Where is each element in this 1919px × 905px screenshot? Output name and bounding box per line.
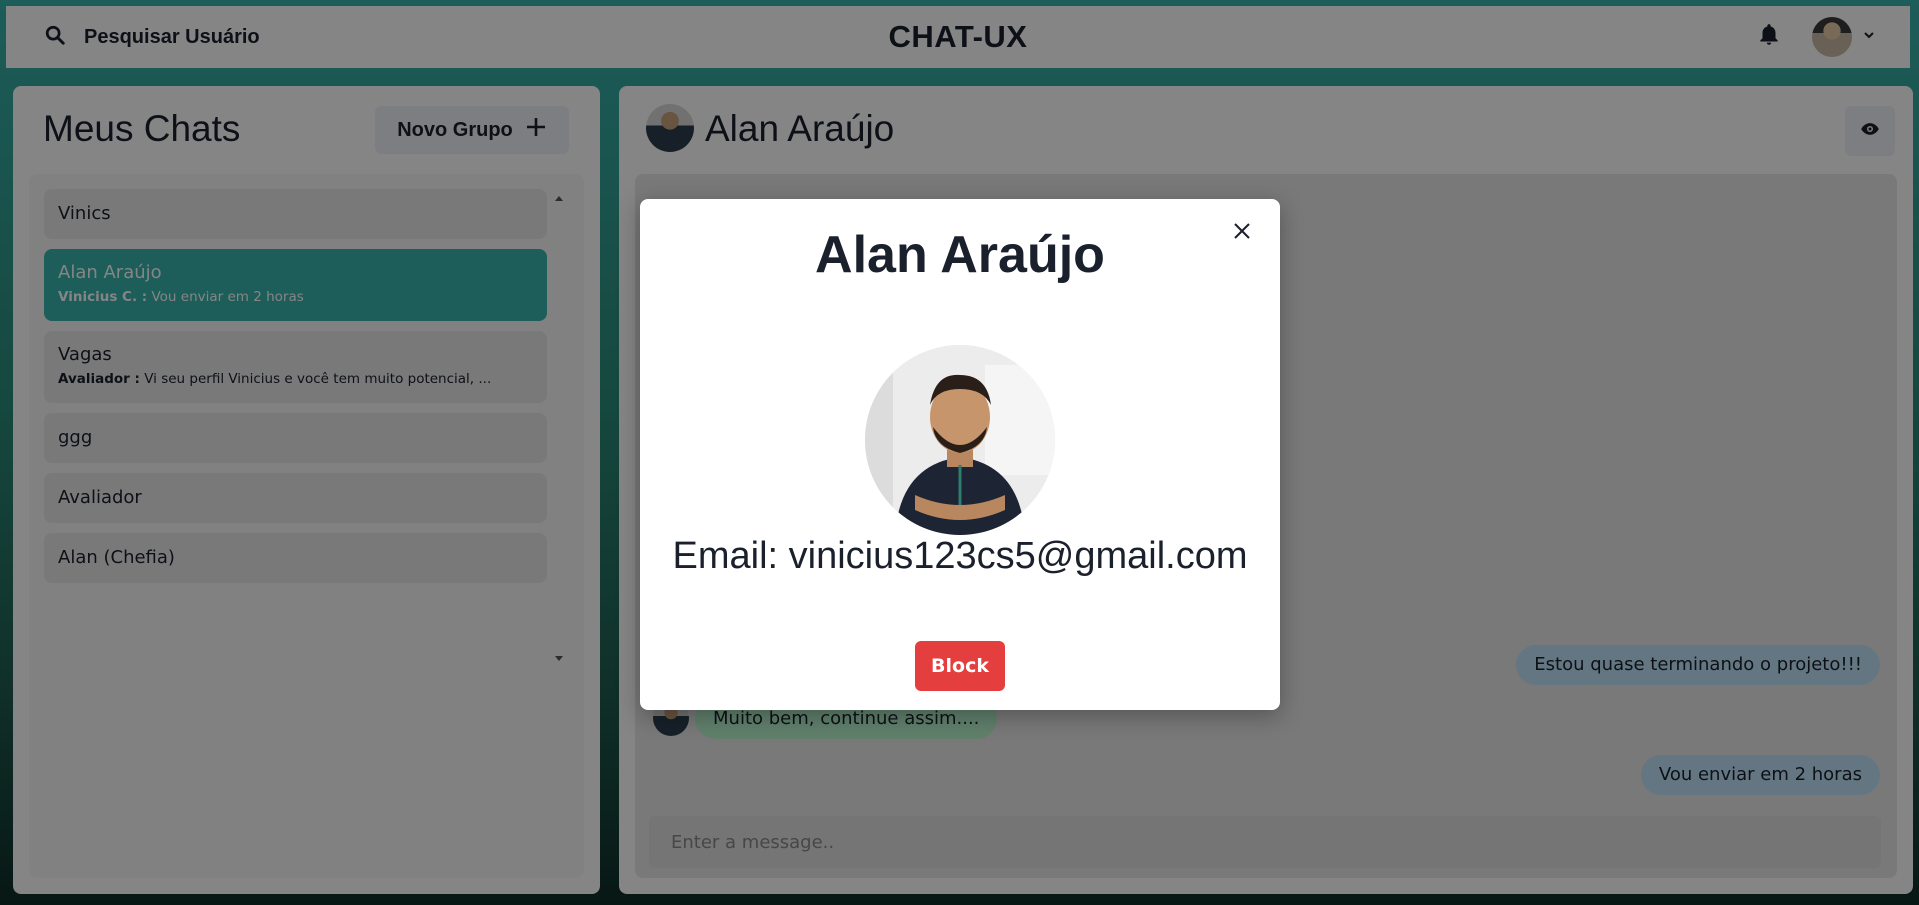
user-profile-modal: Alan Araújo Email: vinicius123cs5@gmail.… <box>640 199 1280 710</box>
modal-title: Alan Araújo <box>815 226 1105 284</box>
profile-photo <box>865 345 1055 535</box>
block-button[interactable]: Block <box>915 641 1005 691</box>
modal-email: Email: vinicius123cs5@gmail.com <box>672 535 1248 577</box>
